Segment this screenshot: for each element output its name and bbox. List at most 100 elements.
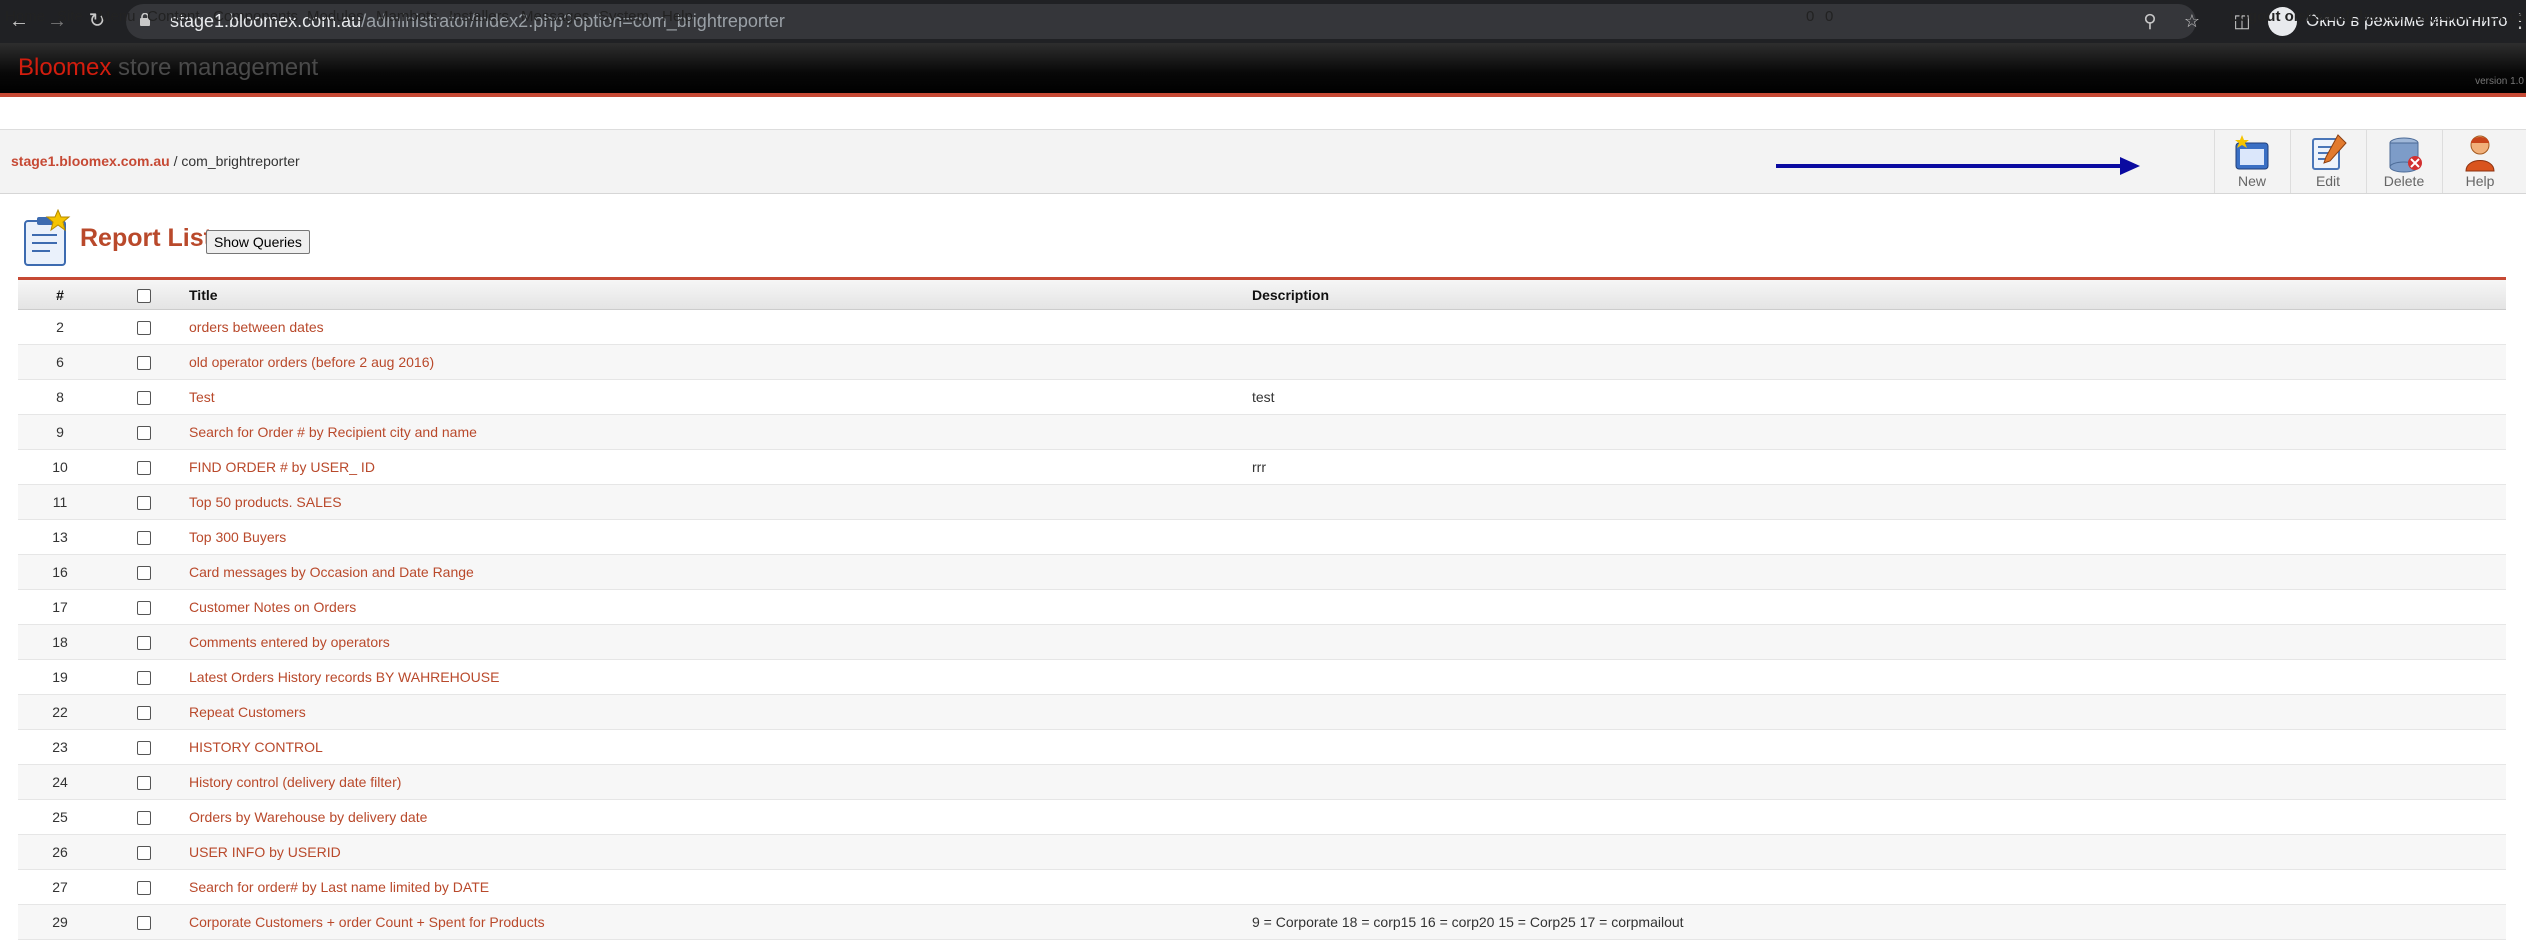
menu-messages[interactable]: Messages xyxy=(521,8,589,25)
row-number: 10 xyxy=(18,449,102,485)
table-row: 9 Search for Order # by Recipient city an… xyxy=(18,414,2506,450)
row-number: 25 xyxy=(18,799,102,835)
column-header-number: # xyxy=(18,280,102,310)
row-checkbox[interactable] xyxy=(137,426,151,441)
row-checkbox[interactable] xyxy=(137,881,151,896)
row-checkbox-cell xyxy=(102,799,186,835)
show-queries-button[interactable]: Show Queries xyxy=(206,230,310,254)
row-checkbox-cell xyxy=(102,764,186,800)
column-header-title[interactable]: Title xyxy=(186,280,1249,310)
menu-site[interactable]: Site xyxy=(57,8,83,25)
table-row: 25 Orders by Warehouse by delivery date xyxy=(18,799,2506,835)
new-icon xyxy=(2235,135,2269,170)
menu-modules[interactable]: Modules xyxy=(307,8,364,25)
report-title-link[interactable]: Top 300 Buyers xyxy=(189,529,286,545)
row-title-cell: Search for Order # by Recipient city and… xyxy=(186,414,1249,450)
report-title-link[interactable]: Repeat Customers xyxy=(189,704,306,720)
report-title-link[interactable]: Test xyxy=(189,389,215,405)
row-checkbox-cell xyxy=(102,869,186,905)
report-title-link[interactable]: FIND ORDER # by USER_ ID xyxy=(189,459,375,475)
messages-counter[interactable]: 0 xyxy=(1806,8,1814,25)
row-title-cell: History control (delivery date filter) xyxy=(186,764,1249,800)
row-checkbox[interactable] xyxy=(137,601,151,616)
report-title-link[interactable]: Search for order# by Last name limited b… xyxy=(189,879,489,895)
online-counter[interactable]: 0 xyxy=(1825,8,1833,25)
table-header-row: # Title Description xyxy=(18,280,2506,310)
row-checkbox-cell xyxy=(102,589,186,625)
row-title-cell: Latest Orders History records BY WAHREHO… xyxy=(186,659,1249,695)
report-title-link[interactable]: Latest Orders History records BY WAHREHO… xyxy=(189,669,499,685)
row-checkbox[interactable] xyxy=(137,636,151,651)
row-description xyxy=(1249,519,2506,555)
app-banner xyxy=(0,43,2526,93)
table-row: 6 old operator orders (before 2 aug 2016) xyxy=(18,344,2506,380)
delete-button[interactable]: Delete xyxy=(2366,130,2441,193)
row-title-cell: orders between dates xyxy=(186,309,1249,345)
menu-content[interactable]: Content xyxy=(147,8,200,25)
row-checkbox[interactable] xyxy=(137,496,151,511)
report-title-link[interactable]: Comments entered by operators xyxy=(189,634,390,650)
row-title-cell: USER INFO by USERID xyxy=(186,834,1249,870)
menu-help[interactable]: Help xyxy=(662,8,693,25)
breadcrumb: stage1.bloomex.com.au / com_brightreport… xyxy=(11,153,300,169)
row-checkbox-cell xyxy=(102,519,186,555)
row-checkbox[interactable] xyxy=(137,776,151,791)
menu-menu[interactable]: Menu xyxy=(98,8,136,25)
new-button[interactable]: New xyxy=(2214,130,2289,193)
menu-mambots[interactable]: Mambots xyxy=(376,8,438,25)
edit-icon xyxy=(2312,134,2347,170)
row-title-cell: Top 300 Buyers xyxy=(186,519,1249,555)
row-title-cell: Corporate Customers + order Count + Spen… xyxy=(186,904,1249,940)
row-title-cell: Card messages by Occasion and Date Range xyxy=(186,554,1249,590)
report-title-link[interactable]: orders between dates xyxy=(189,319,324,335)
select-all-checkbox[interactable] xyxy=(137,288,151,303)
edit-button[interactable]: Edit xyxy=(2290,130,2365,193)
report-title-link[interactable]: Corporate Customers + order Count + Spen… xyxy=(189,914,545,930)
report-title-link[interactable]: Card messages by Occasion and Date Range xyxy=(189,564,474,580)
row-description: 9 = Corporate 18 = corp15 16 = corp20 15… xyxy=(1249,904,2506,940)
logout-link[interactable]: Logout oleksandr.banashko@bloomex.ca xyxy=(2230,8,2526,25)
report-title-link[interactable]: Customer Notes on Orders xyxy=(189,599,356,615)
table-row: 23 HISTORY CONTROL xyxy=(18,729,2506,765)
report-title-link[interactable]: old operator orders (before 2 aug 2016) xyxy=(189,354,434,370)
row-checkbox-cell xyxy=(102,484,186,520)
help-button[interactable]: Help xyxy=(2442,130,2517,193)
row-checkbox[interactable] xyxy=(137,321,151,336)
row-checkbox[interactable] xyxy=(137,671,151,686)
row-checkbox[interactable] xyxy=(137,741,151,756)
row-checkbox[interactable] xyxy=(137,916,151,931)
zoom-icon[interactable]: ⚲ xyxy=(2138,9,2162,33)
menu-system[interactable]: System xyxy=(599,8,649,25)
brand-logo: Bloomex xyxy=(18,54,112,81)
row-checkbox[interactable] xyxy=(137,706,151,721)
menu-components[interactable]: Components xyxy=(213,8,298,25)
row-number: 2 xyxy=(18,309,102,345)
table-row: 2 orders between dates xyxy=(18,309,2506,345)
row-checkbox-cell xyxy=(102,309,186,345)
row-description xyxy=(1249,554,2506,590)
report-title-link[interactable]: HISTORY CONTROL xyxy=(189,739,323,755)
row-checkbox[interactable] xyxy=(137,531,151,546)
row-title-cell: Test xyxy=(186,379,1249,415)
row-checkbox[interactable] xyxy=(137,391,151,406)
menu-installers[interactable]: Installers xyxy=(449,8,509,25)
report-title-link[interactable]: Orders by Warehouse by delivery date xyxy=(189,809,427,825)
report-title-link[interactable]: Top 50 products. SALES xyxy=(189,494,342,510)
row-checkbox[interactable] xyxy=(137,811,151,826)
row-checkbox[interactable] xyxy=(137,846,151,861)
row-checkbox[interactable] xyxy=(137,356,151,371)
row-checkbox-cell xyxy=(102,414,186,450)
report-title-link[interactable]: Search for Order # by Recipient city and… xyxy=(189,424,477,440)
row-number: 13 xyxy=(18,519,102,555)
breadcrumb-site[interactable]: stage1.bloomex.com.au xyxy=(11,153,170,169)
star-icon[interactable]: ☆ xyxy=(2180,9,2204,33)
report-title-link[interactable]: USER INFO by USERID xyxy=(189,844,341,860)
row-description xyxy=(1249,309,2506,345)
row-checkbox[interactable] xyxy=(137,566,151,581)
row-description xyxy=(1249,624,2506,660)
menu-home[interactable]: Home xyxy=(5,8,45,25)
row-description xyxy=(1249,484,2506,520)
report-title-link[interactable]: History control (delivery date filter) xyxy=(189,774,401,790)
row-checkbox[interactable] xyxy=(137,461,151,476)
page-title: Report List xyxy=(80,224,212,252)
